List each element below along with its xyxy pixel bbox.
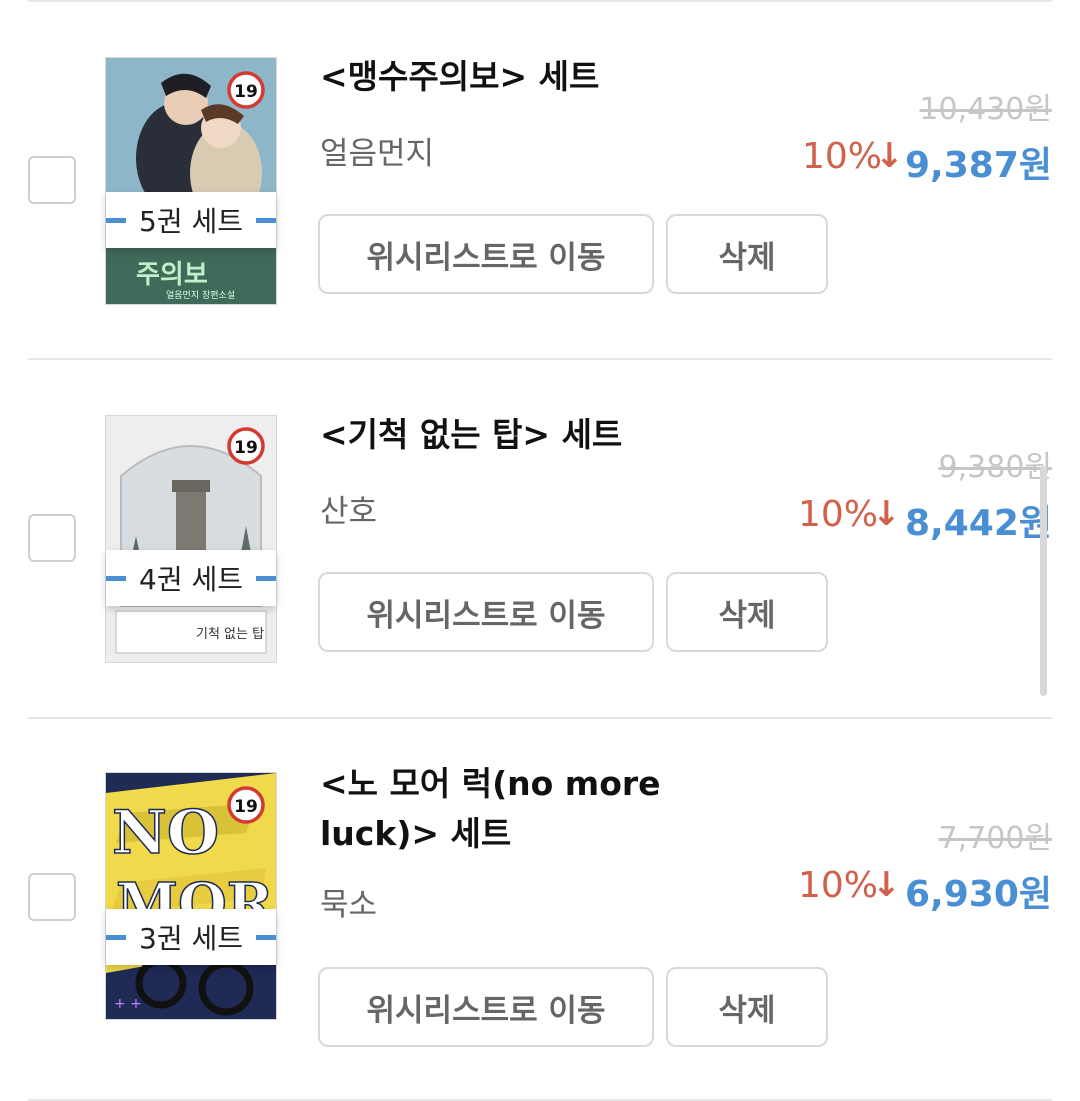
final-price: 9,387원 — [905, 145, 1052, 186]
svg-text:기척 없는 탑: 기척 없는 탑 — [196, 627, 264, 642]
svg-text:NO: NO — [112, 798, 219, 868]
set-count-badge: 3권 세트 — [106, 909, 276, 965]
age-rating-19-icon: 19 — [227, 786, 265, 824]
item-author: 산호 — [320, 494, 378, 530]
item-author: 묵소 — [320, 887, 378, 923]
item-checkbox[interactable] — [28, 514, 76, 562]
move-to-wishlist-button[interactable]: 위시리스트로 이동 — [318, 967, 654, 1047]
discount-rate: 10% — [802, 136, 883, 177]
svg-text:+ +: + + — [114, 996, 142, 1012]
svg-text:19: 19 — [234, 82, 258, 102]
set-count-badge: 5권 세트 — [106, 192, 276, 248]
set-count-badge: 4권 세트 — [106, 550, 276, 606]
cart-item: NO MOR + + 19 3권 세트 <노 모어 럭(no more luck… — [0, 719, 1080, 1077]
item-checkbox[interactable] — [28, 873, 76, 921]
set-count-label: 4권 세트 — [139, 563, 243, 596]
down-arrow-icon: ↓ — [872, 865, 901, 905]
discount-rate: 10% — [798, 865, 879, 906]
move-to-wishlist-button[interactable]: 위시리스트로 이동 — [318, 572, 654, 652]
original-price: 9,380원 — [938, 450, 1052, 485]
discount-rate: 10% — [798, 494, 879, 535]
delete-button[interactable]: 삭제 — [666, 572, 828, 652]
age-rating-19-icon: 19 — [227, 71, 265, 109]
book-cover[interactable]: 기척 없는 탑 19 — [106, 416, 276, 662]
svg-text:얼음먼지 장편소설: 얼음먼지 장편소설 — [166, 289, 235, 301]
move-to-wishlist-button[interactable]: 위시리스트로 이동 — [318, 214, 654, 294]
delete-button[interactable]: 삭제 — [666, 214, 828, 294]
item-title[interactable]: <노 모어 럭(no more luck)> 세트 — [320, 759, 780, 859]
final-price: 8,442원 — [905, 503, 1052, 544]
cart-item: 주의보 얼음먼지 장편소설 19 5권 세트 <맹수주의보> 세트 얼음먼지 1… — [0, 2, 1080, 360]
set-count-label: 3권 세트 — [139, 922, 243, 955]
down-arrow-icon: ↓ — [875, 136, 904, 176]
down-arrow-icon: ↓ — [872, 494, 901, 534]
set-count-label: 5권 세트 — [139, 205, 243, 238]
original-price: 10,430원 — [919, 92, 1052, 127]
item-checkbox[interactable] — [28, 156, 76, 204]
book-cover[interactable]: 주의보 얼음먼지 장편소설 19 — [106, 58, 276, 304]
original-price: 7,700원 — [938, 821, 1052, 856]
scrollbar[interactable] — [1040, 466, 1047, 696]
item-title[interactable]: <기척 없는 탑> 세트 — [320, 410, 780, 460]
cart-item: 기척 없는 탑 19 4권 세트 <기척 없는 탑> 세트 산호 9,380원 … — [0, 360, 1080, 718]
item-title[interactable]: <맹수주의보> 세트 — [320, 52, 780, 102]
age-rating-19-icon: 19 — [227, 427, 265, 465]
book-cover[interactable]: NO MOR + + 19 — [106, 773, 276, 1019]
svg-text:주의보: 주의보 — [136, 260, 208, 290]
svg-text:19: 19 — [234, 438, 258, 458]
item-author: 얼음먼지 — [320, 136, 435, 172]
delete-button[interactable]: 삭제 — [666, 967, 828, 1047]
svg-text:19: 19 — [234, 797, 258, 817]
final-price: 6,930원 — [905, 874, 1052, 915]
